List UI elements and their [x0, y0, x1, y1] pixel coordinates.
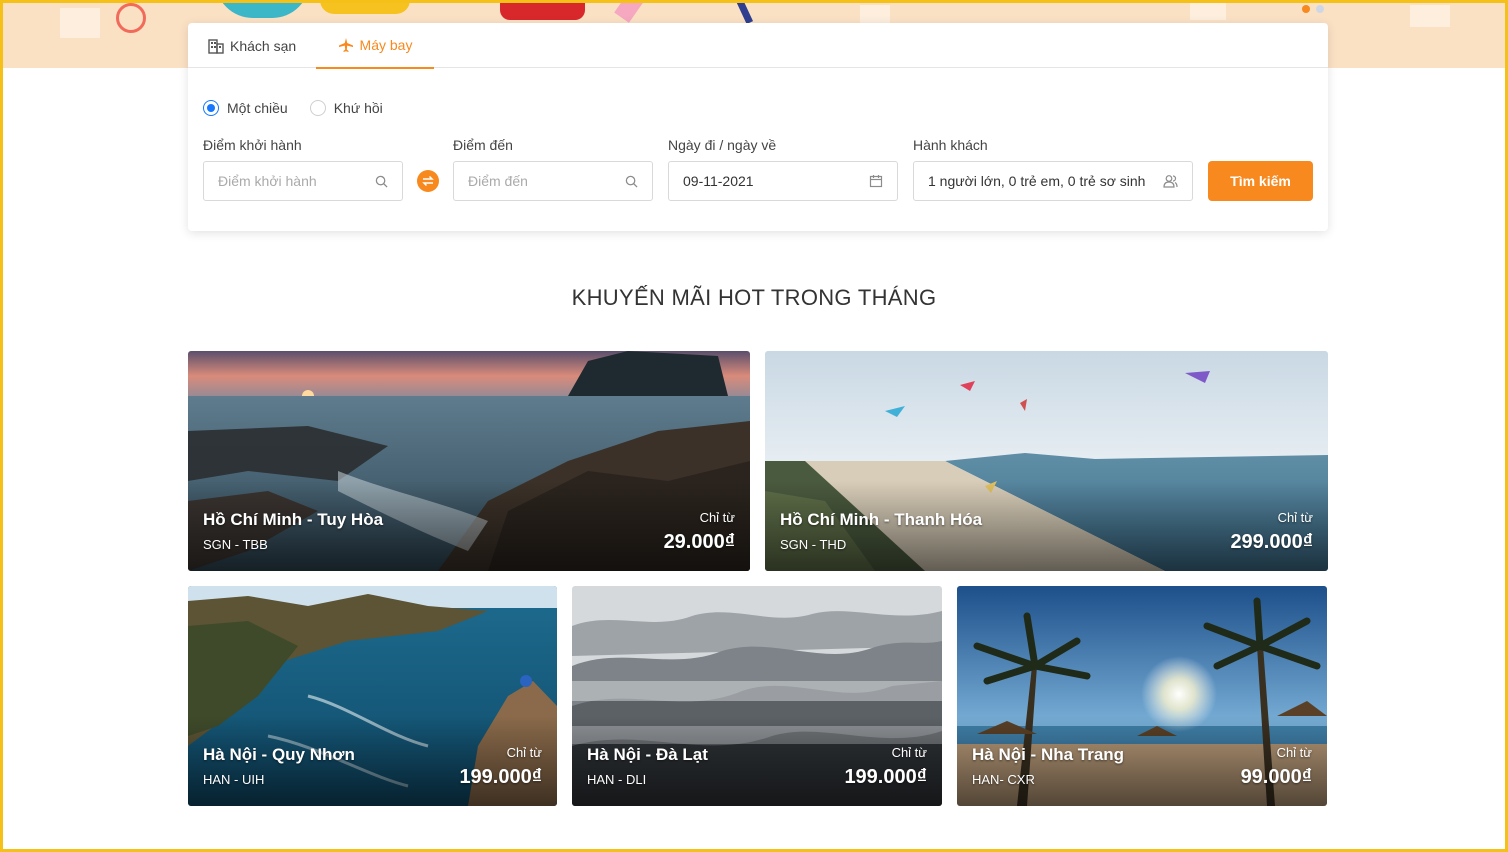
- card-route: Hồ Chí Minh - Tuy Hòa: [203, 510, 384, 529]
- promo-card[interactable]: Hà Nội - Đà Lạt HAN - DLI Chỉ từ 199.000…: [572, 586, 942, 806]
- card-price: 29.000₫: [663, 531, 735, 553]
- decor-shape: [215, 0, 310, 18]
- passengers-label: Hành khách: [913, 137, 988, 153]
- trip-type-group: Một chiều Khứ hồi: [203, 100, 405, 116]
- promo-card[interactable]: Hồ Chí Minh - Thanh Hóa SGN - THD Chỉ từ…: [765, 351, 1328, 571]
- decor-shape: [614, 0, 644, 23]
- card-from-label: Chỉ từ: [506, 745, 542, 760]
- origin-placeholder: Điểm khởi hành: [218, 173, 317, 189]
- passengers-selector[interactable]: 1 người lớn, 0 trẻ em, 0 trẻ sơ sinh: [913, 161, 1193, 201]
- building-icon: [208, 38, 224, 54]
- dates-label: Ngày đi / ngày về: [668, 137, 777, 153]
- promo-card[interactable]: Hồ Chí Minh - Tuy Hòa SGN - TBB Chỉ từ 2…: [188, 351, 750, 571]
- destination-label: Điểm đến: [453, 137, 513, 153]
- plane-icon: [338, 37, 354, 53]
- search-icon: [375, 175, 388, 188]
- decor-shape: [500, 0, 585, 20]
- search-icon: [625, 175, 638, 188]
- swap-arrows-icon: [421, 174, 435, 188]
- tab-hotel-label: Khách sạn: [230, 37, 297, 54]
- radio-one-way[interactable]: Một chiều: [203, 100, 288, 116]
- radio-round-trip[interactable]: Khứ hồi: [309, 100, 383, 116]
- card-from-label: Chỉ từ: [699, 510, 735, 525]
- date-value: 09-11-2021: [683, 173, 754, 189]
- card-route: Hà Nội - Quy Nhơn: [203, 745, 355, 764]
- tab-hotel[interactable]: Khách sạn: [208, 23, 296, 68]
- radio-round-trip-circle[interactable]: [309, 100, 326, 116]
- card-from-label: Chỉ từ: [891, 745, 927, 760]
- users-icon: [1163, 174, 1178, 188]
- card-price: 99.000₫: [1240, 766, 1312, 788]
- destination-input[interactable]: Điểm đến: [453, 161, 653, 201]
- card-airport-codes: SGN - THD: [780, 537, 847, 552]
- carousel-dot-active[interactable]: [1302, 5, 1310, 13]
- search-tabs: Khách sạn Máy bay: [188, 23, 1328, 69]
- promo-section-title: KHUYẾN MÃI HOT TRONG THÁNG: [571, 285, 937, 310]
- card-price: 199.000₫: [844, 766, 927, 788]
- decor-shape: [733, 0, 754, 25]
- card-airport-codes: HAN - UIH: [203, 772, 265, 787]
- origin-input[interactable]: Điểm khởi hành: [203, 161, 403, 201]
- swap-button[interactable]: [417, 170, 439, 192]
- calendar-icon: [869, 174, 883, 188]
- decor-shape: [320, 0, 410, 14]
- card-route: Hồ Chí Minh - Thanh Hóa: [780, 510, 983, 529]
- card-airport-codes: HAN - DLI: [587, 772, 647, 787]
- card-price: 299.000₫: [1230, 531, 1313, 553]
- card-route: Hà Nội - Đà Lạt: [587, 745, 708, 764]
- passengers-value: 1 người lớn, 0 trẻ em, 0 trẻ sơ sinh: [928, 173, 1146, 189]
- promo-card[interactable]: Hà Nội - Nha Trang HAN- CXR Chỉ từ 99.00…: [957, 586, 1327, 806]
- promo-card[interactable]: Hà Nội - Quy Nhơn HAN - UIH Chỉ từ 199.0…: [188, 586, 557, 806]
- decor-ring: [116, 3, 146, 33]
- radio-one-way-circle[interactable]: [203, 100, 219, 116]
- card-airport-codes: HAN- CXR: [972, 772, 1035, 787]
- carousel-dot[interactable]: [1316, 5, 1324, 13]
- origin-label: Điểm khởi hành: [203, 137, 302, 153]
- tab-flight-label: Máy bay: [359, 37, 413, 53]
- search-button[interactable]: Tìm kiếm: [1208, 161, 1313, 201]
- destination-placeholder: Điểm đến: [468, 173, 528, 189]
- card-airport-codes: SGN - TBB: [203, 537, 268, 552]
- card-route: Hà Nội - Nha Trang: [972, 745, 1125, 764]
- card-from-label: Chỉ từ: [1276, 745, 1312, 760]
- flight-search-card: Khách sạn Máy bay Một chiều Khứ hồi Điểm…: [188, 23, 1328, 231]
- radio-round-trip-label: Khứ hồi: [333, 100, 383, 116]
- card-from-label: Chỉ từ: [1277, 510, 1313, 525]
- radio-one-way-label: Một chiều: [227, 100, 288, 116]
- tab-flight[interactable]: Máy bay: [316, 23, 434, 69]
- date-picker[interactable]: 09-11-2021: [668, 161, 898, 201]
- card-price: 199.000₫: [459, 766, 542, 788]
